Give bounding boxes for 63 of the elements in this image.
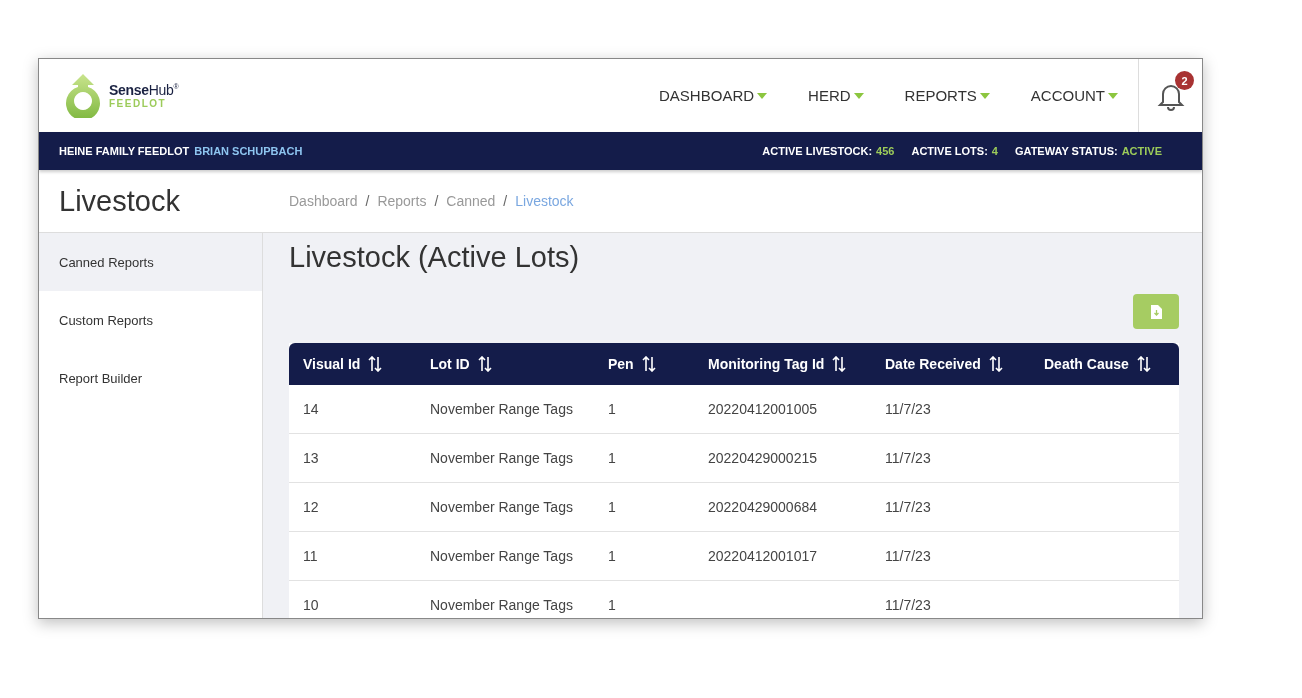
column-header[interactable]: Pen — [608, 356, 634, 372]
nav-menu[interactable]: REPORTS — [904, 87, 990, 104]
stat-label: GATEWAY STATUS: — [1014, 145, 1118, 157]
stat-value: 4 — [991, 145, 998, 157]
table-cell: 10 — [303, 597, 319, 613]
stat-label: ACTIVE LIVESTOCK: — [762, 145, 873, 157]
table-cell: 11/7/23 — [885, 499, 931, 515]
caret-icon — [757, 92, 768, 99]
sort-icon[interactable] — [641, 356, 656, 372]
table-cell: 20220412001017 — [708, 548, 817, 564]
table-cell: 1 — [608, 597, 616, 613]
farm-name: HEINE FAMILY FEEDLOT — [59, 145, 190, 157]
breadcrumb-separator: / — [434, 193, 439, 209]
column-header[interactable]: Monitoring Tag Id — [708, 356, 825, 372]
table-cell: 11 — [303, 548, 318, 564]
brand-name: SenseHub$^{®}$ — [109, 82, 179, 98]
table-cell: November Range Tags — [430, 450, 573, 466]
table-cell: 20220412001005 — [708, 401, 817, 417]
nav-menu[interactable]: ACCOUNT — [1030, 87, 1118, 104]
nav-menu[interactable]: HERD — [808, 87, 864, 104]
page-title: Livestock — [59, 184, 181, 218]
table-cell: 12 — [303, 499, 319, 515]
logo-icon — [63, 73, 103, 118]
sort-icon[interactable] — [832, 356, 847, 372]
breadcrumb-separator: / — [503, 193, 508, 209]
table-cell: 13 — [303, 450, 319, 466]
stat-label: ACTIVE LOTS: — [911, 145, 988, 157]
table-cell: November Range Tags — [430, 499, 573, 515]
caret-icon — [979, 92, 990, 99]
table-cell: 1 — [608, 548, 616, 564]
table-cell: 14 — [303, 401, 319, 417]
sort-icon[interactable] — [988, 356, 1003, 372]
file-download-icon — [1150, 304, 1162, 319]
sort-icon[interactable] — [368, 356, 383, 372]
user-name: BRIAN SCHUPBACH — [194, 145, 303, 157]
table-cell: November Range Tags — [430, 597, 573, 613]
report-title: Livestock (Active Lots) — [289, 241, 581, 274]
notification-badge: 2 — [1175, 71, 1194, 90]
table-cell: 11/7/23 — [885, 548, 931, 564]
breadcrumb-separator: / — [365, 193, 370, 209]
column-header[interactable]: Date Received — [885, 356, 981, 372]
table-cell: 11/7/23 — [885, 401, 931, 417]
stat-value: 456 — [876, 145, 895, 157]
brand-subtitle: FEEDLOT — [109, 98, 168, 109]
table-cell: 11/7/23 — [885, 450, 931, 466]
sidebar-item[interactable]: Canned Reports — [39, 233, 262, 291]
sort-icon[interactable] — [1136, 356, 1151, 372]
table-cell: 1 — [608, 401, 616, 417]
table-cell: 20220429000215 — [708, 450, 817, 466]
column-header[interactable]: Lot ID — [430, 356, 470, 372]
sort-icon[interactable] — [477, 356, 492, 372]
stat-value: ACTIVE — [1121, 145, 1162, 157]
caret-icon — [853, 92, 864, 99]
table-cell: 11/7/23 — [885, 597, 931, 613]
column-header[interactable]: Visual Id — [303, 356, 361, 372]
table-cell: 1 — [608, 499, 616, 515]
caret-icon — [1108, 92, 1118, 99]
nav-menu[interactable]: DASHBOARD — [659, 87, 768, 104]
table-cell: November Range Tags — [430, 548, 573, 564]
table-cell: 1 — [608, 450, 616, 466]
table-cell: 20220429000684 — [708, 499, 817, 515]
column-header[interactable]: Death Cause — [1044, 356, 1129, 372]
table-cell: November Range Tags — [430, 401, 573, 417]
